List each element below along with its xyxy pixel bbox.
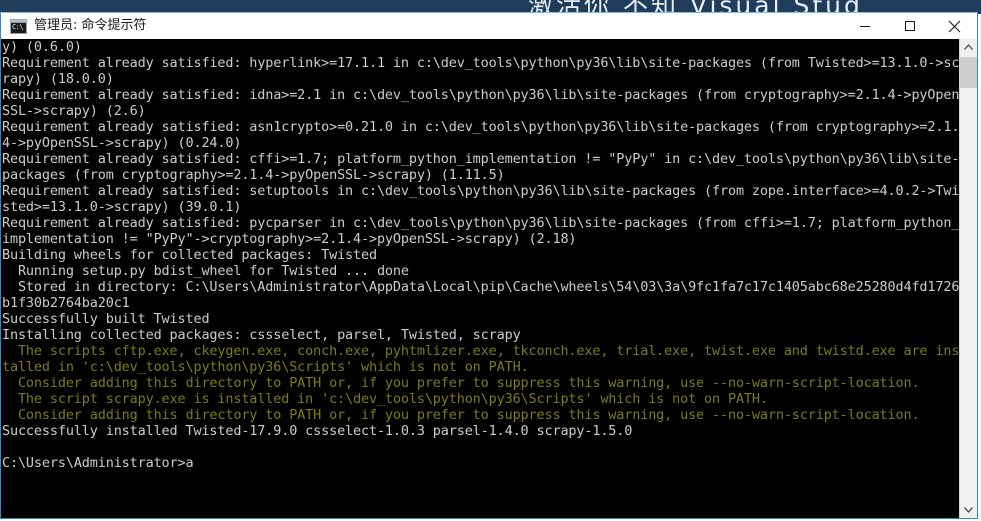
console-line: Stored in directory: C:\Users\Administra… (2, 279, 960, 295)
console-line: C:\Users\Administrator>a (2, 455, 194, 471)
console-line: packages (from cryptography>=2.1.4->pyOp… (2, 167, 505, 183)
console-text: y) (0.6.0) Requirement already satisfied:… (2, 39, 962, 471)
minimize-button[interactable] (842, 13, 887, 39)
close-icon (948, 20, 961, 32)
console-line: Requirement already satisfied: idna>=2.1… (2, 87, 960, 103)
console-line: Requirement already satisfied: asn1crypt… (2, 119, 960, 135)
console-line: Requirement already satisfied: hyperlink… (2, 55, 960, 71)
command-prompt-window: C:\ 管理员: 命令提示符 y) (0.6.0) Requirement al… (0, 12, 978, 519)
console-line: Running setup.py bdist_wheel for Twisted… (2, 263, 409, 279)
console-line: 4->pyOpenSSL->scrapy) (0.24.0) (2, 135, 242, 151)
console-scrollbar[interactable] (959, 39, 977, 518)
screen: 激活你 不知 Visual Stud C:\ 管理员: 命令提示符 (0, 0, 981, 521)
console-line: rapy) (18.0.0) (2, 71, 114, 87)
console-line: Consider adding this directory to PATH o… (2, 407, 920, 423)
console-line: implementation != "PyPy"->cryptography>=… (2, 231, 577, 247)
scroll-down-button[interactable] (960, 501, 977, 518)
maximize-button[interactable] (887, 13, 932, 39)
console-line: Installing collected packages: cssselect… (2, 327, 521, 343)
close-button[interactable] (932, 13, 977, 39)
window-controls (842, 13, 977, 39)
console-output-area[interactable]: y) (0.6.0) Requirement already satisfied:… (1, 39, 977, 518)
scroll-down-arrow-icon (964, 507, 973, 513)
console-line: Building wheels for collected packages: … (2, 247, 377, 263)
scroll-up-arrow-icon (964, 44, 973, 50)
console-line: SSL->scrapy) (2.6) (2, 103, 146, 119)
console-line: The scripts cftp.exe, ckeygen.exe, conch… (2, 343, 960, 359)
console-line: b1f30b2764ba20c1 (2, 295, 130, 311)
console-line: Successfully built Twisted (2, 311, 210, 327)
maximize-icon (904, 21, 915, 31)
console-line: Consider adding this directory to PATH o… (2, 375, 920, 391)
title-bar[interactable]: C:\ 管理员: 命令提示符 (1, 13, 977, 40)
console-line: Requirement already satisfied: cffi>=1.7… (2, 151, 960, 167)
cmd-icon-label: C:\ (12, 22, 24, 31)
console-line: Successfully installed Twisted-17.9.0 cs… (2, 423, 633, 439)
console-line: Requirement already satisfied: pycparser… (2, 215, 960, 231)
window-title: 管理员: 命令提示符 (34, 18, 147, 33)
console-line: y) (0.6.0) (2, 39, 82, 55)
scrollbar-thumb[interactable] (960, 57, 977, 88)
console-line: The script scrapy.exe is installed in 'c… (2, 391, 768, 407)
console-line: sted>=13.1.0->scrapy) (39.0.1) (2, 199, 242, 215)
cmd-icon: C:\ (10, 18, 27, 34)
minimize-icon (859, 26, 870, 27)
console-line: Requirement already satisfied: setuptool… (2, 183, 960, 199)
scroll-up-button[interactable] (960, 39, 977, 56)
scrollbar-track[interactable] (960, 56, 977, 501)
console-line: talled in 'c:\dev_tools\python\py36\Scri… (2, 359, 529, 375)
